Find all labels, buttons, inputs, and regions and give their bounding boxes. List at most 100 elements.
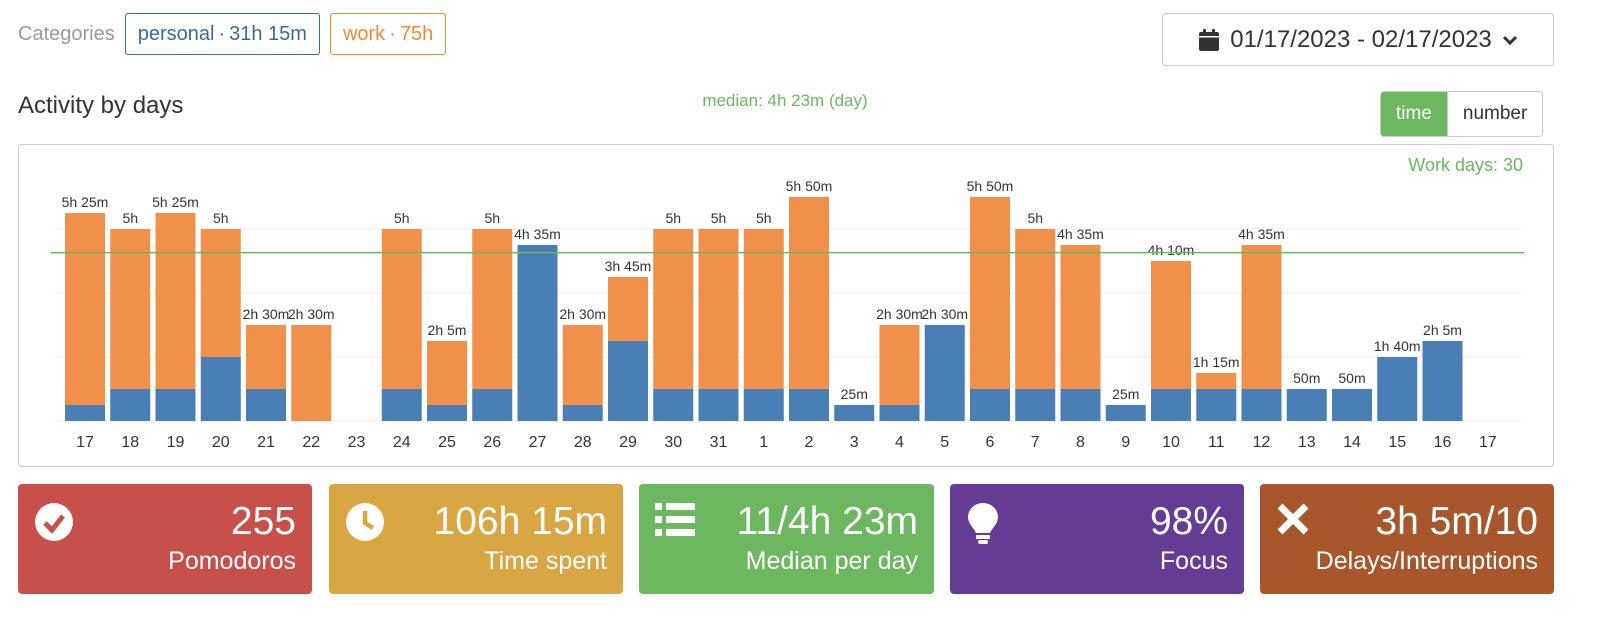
bar-work	[1151, 261, 1191, 389]
x-tick-label: 9	[1121, 434, 1130, 451]
bar-total-label: 5h	[394, 210, 410, 226]
stat-card-focus: 98% Focus	[950, 484, 1244, 594]
bar-total-label: 5h	[711, 210, 727, 226]
times-icon	[1277, 503, 1309, 535]
stat-label: Pomodoros	[168, 547, 296, 575]
bar-personal	[1151, 389, 1191, 421]
categories-bar: Categories personal · 31h 15m work · 75h	[18, 12, 447, 56]
chip-name: personal	[137, 22, 215, 45]
x-tick-label: 2	[805, 434, 814, 451]
bar-work	[1241, 245, 1282, 389]
bar-total-label: 1h 15m	[1193, 354, 1240, 370]
stat-label: Time spent	[484, 547, 607, 575]
date-range-picker[interactable]: 01/17/2023 - 02/17/2023	[1162, 13, 1554, 66]
bar-work	[200, 229, 241, 357]
bar-total-label: 4h 10m	[1148, 242, 1195, 258]
bar-total-label: 2h 30m	[243, 306, 290, 322]
bar-total-label: 5h	[213, 210, 229, 226]
bar-work	[789, 197, 829, 389]
bar-total-label: 50m	[1293, 370, 1320, 386]
stat-value: 3h 5m/10	[1375, 500, 1538, 543]
x-tick-label: 3	[850, 434, 859, 451]
check-circle-icon	[35, 503, 73, 541]
x-tick-label: 16	[1434, 434, 1452, 451]
bar-work	[65, 213, 105, 405]
bar-work	[1196, 373, 1237, 389]
bar-total-label: 5h 50m	[786, 178, 833, 194]
bar-personal	[1332, 389, 1372, 421]
bar-personal	[970, 389, 1010, 421]
bar-personal	[381, 389, 422, 421]
bar-work	[562, 325, 603, 405]
chip-name: work	[342, 22, 386, 45]
bar-personal	[472, 389, 513, 421]
x-tick-label: 6	[986, 434, 995, 451]
bar-total-label: 4h 35m	[514, 226, 561, 242]
bar-personal	[1060, 389, 1101, 421]
bar-personal	[1286, 389, 1327, 421]
bar-work	[155, 213, 196, 389]
bar-personal	[1015, 389, 1056, 421]
category-chip-work[interactable]: work · 75h	[329, 13, 447, 55]
toggle-time-button[interactable]: time	[1381, 92, 1447, 136]
bar-personal	[427, 405, 467, 421]
bar-work	[970, 197, 1010, 389]
x-tick-label: 21	[257, 434, 275, 451]
x-tick-label: 20	[212, 434, 230, 451]
stats-cards: 255 Pomodoros 106h 15m Time spent 11/4h …	[18, 484, 1554, 594]
x-tick-label: 12	[1253, 434, 1271, 451]
x-tick-label: 26	[483, 434, 501, 451]
bar-total-label: 2h 30m	[876, 306, 923, 322]
bar-personal	[517, 245, 558, 421]
stat-value: 106h 15m	[433, 500, 607, 543]
bar-work	[246, 325, 286, 389]
categories-label: Categories	[18, 22, 115, 45]
category-chip-personal[interactable]: personal · 31h 15m	[124, 13, 320, 55]
x-tick-label: 29	[619, 434, 637, 451]
chart-svg: 5h 25m175h185h 25m195h202h 30m212h 30m22…	[51, 178, 1524, 451]
x-tick-label: 19	[167, 434, 185, 451]
stat-label: Median per day	[745, 547, 918, 575]
x-tick-label: 30	[664, 434, 682, 451]
bar-personal	[110, 389, 151, 421]
chip-total: 75h	[399, 22, 434, 45]
x-tick-label: 18	[121, 434, 139, 451]
x-tick-label: 10	[1162, 434, 1180, 451]
x-tick-label: 5	[940, 434, 949, 451]
x-tick-label: 22	[302, 434, 320, 451]
bar-personal	[834, 405, 875, 421]
activity-chart: Work days: 30 5h 25m 17 5h 18 5h 25m 19 5h 20 2h…	[18, 144, 1554, 467]
stat-value: 98%	[1149, 500, 1228, 543]
bar-total-label: 2h 5m	[428, 322, 467, 338]
bar-total-label: 5h 25m	[152, 194, 199, 210]
bar-total-label: 4h 35m	[1238, 226, 1285, 242]
bar-personal	[608, 341, 648, 421]
x-tick-label: 17	[1479, 434, 1497, 451]
x-tick-label: 24	[393, 434, 411, 451]
bar-total-label: 1h 40m	[1374, 338, 1421, 354]
stat-label: Focus	[1159, 547, 1228, 575]
bar-total-label: 5h	[756, 210, 772, 226]
x-tick-label: 25	[438, 434, 456, 451]
date-range-text: 01/17/2023 - 02/17/2023	[1230, 25, 1492, 53]
x-tick-label: 14	[1343, 434, 1361, 451]
bar-personal	[562, 405, 603, 421]
bar-personal	[879, 405, 920, 421]
calendar-icon	[1199, 28, 1220, 51]
x-tick-label: 15	[1388, 434, 1406, 451]
bar-total-label: 5h	[1027, 210, 1043, 226]
bar-personal	[246, 389, 286, 421]
lightbulb-icon	[968, 503, 998, 544]
x-tick-label: 23	[348, 434, 366, 451]
stat-card-pomodoros: 255 Pomodoros	[18, 484, 312, 594]
bar-personal	[1196, 389, 1237, 421]
toggle-number-button[interactable]: number	[1446, 92, 1543, 136]
stat-card-interruptions: 3h 5m/10 Delays/Interruptions	[1260, 484, 1554, 594]
x-tick-label: 4	[895, 434, 904, 451]
bar-total-label: 25m	[841, 386, 868, 402]
x-tick-label: 27	[529, 434, 547, 451]
stat-card-median: 11/4h 23m Median per day	[639, 484, 934, 594]
stat-label: Delays/Interruptions	[1315, 547, 1538, 575]
stat-card-time-spent: 106h 15m Time spent	[329, 484, 623, 594]
bar-work	[879, 325, 920, 405]
